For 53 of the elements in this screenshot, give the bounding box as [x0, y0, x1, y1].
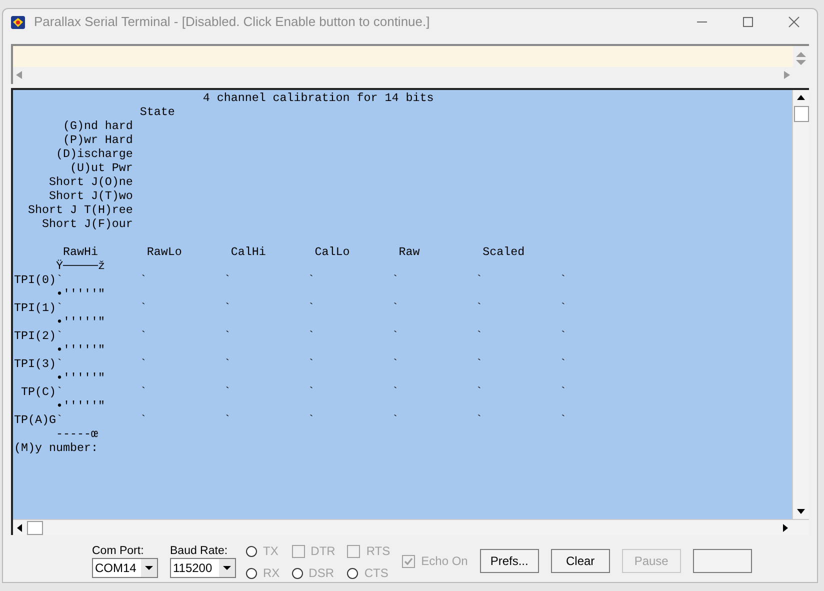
radio-button[interactable] [246, 568, 257, 578]
vertical-scrollbar[interactable] [792, 90, 809, 519]
app-icon [10, 14, 27, 30]
caret-icon [141, 559, 157, 577]
terminal-line: -----œ [54, 426, 99, 441]
terminal-line: TP(C)` ` ` ` ` ` ` [20, 384, 568, 399]
indicator-label: CTS [364, 565, 388, 582]
checkbox[interactable] [292, 544, 305, 558]
terminal-line: (U)ut Pwr [68, 160, 134, 175]
dropdown[interactable]: COM14 [92, 558, 158, 578]
scroll-thumb[interactable] [794, 106, 808, 122]
terminal-line: •′′′′′″ [54, 342, 106, 357]
checkbox-label: RTS [366, 543, 390, 560]
terminal-line: •′′′′′″ [54, 314, 106, 329]
terminal-line: TPI(1)` ` ` ` ` ` ` [14, 300, 568, 315]
radio-button[interactable] [292, 568, 303, 578]
input-field[interactable] [13, 46, 793, 67]
checkbox-label: DTR [310, 543, 336, 560]
terminal-line: (G)nd hard [62, 118, 134, 133]
radio-button[interactable] [246, 546, 257, 556]
dropdown[interactable]: 115200 [170, 558, 236, 578]
toolbar-button[interactable]: Prefs... [480, 549, 539, 573]
terminal-line: •′′′′′″ [54, 370, 106, 385]
terminal-line: (P)wr Hard [62, 132, 134, 147]
terminal-line: Ÿ─────ž [54, 258, 106, 273]
scroll-thumb[interactable] [27, 520, 43, 534]
com-port-label: Com Port: [92, 544, 145, 558]
terminal-line: Short J(T)wo [48, 188, 134, 203]
terminal-line: Short J(F)our [40, 216, 134, 231]
baud-rate-label: Baud Rate: [170, 544, 229, 558]
radio-button[interactable] [347, 568, 358, 578]
terminal-line: (M)y number: [14, 440, 99, 455]
indicator-label: TX [263, 543, 278, 560]
terminal-line: 4 channel calibration for 14 bits [202, 90, 435, 105]
checkbox[interactable] [347, 544, 360, 558]
checkbox-label: Echo On [421, 553, 468, 570]
terminal-line: •′′′′′″ [54, 398, 106, 413]
terminal-line: TP(A)G` ` ` ` ` ` ` [14, 412, 568, 427]
caret-icon [219, 559, 235, 577]
terminal-line: TPI(3)` ` ` ` ` ` ` [14, 356, 568, 371]
terminal-line: Short J T(H)ree [26, 202, 134, 217]
window-title: Parallax Serial Terminal - [Disabled. Click Enable button to continue.] [34, 13, 430, 32]
terminal-line: Short J(O)ne [48, 174, 134, 189]
toolbar-button[interactable]: Clear [550, 549, 610, 573]
terminal-line: TPI(2)` ` ` ` ` ` ` [14, 328, 568, 343]
terminal-line: TPI(0)` ` ` ` ` ` ` [14, 272, 568, 287]
indicator-label: RX [263, 565, 280, 582]
empty-button[interactable] [692, 549, 752, 573]
terminal-line: RawHi RawLo CalHi CalLo Raw Scaled [62, 244, 526, 259]
terminal-line: (D)ischarge [54, 146, 134, 161]
terminal-line: State [138, 104, 176, 119]
terminal-line: •′′′′′″ [54, 286, 106, 301]
indicator-label: DSR [308, 565, 334, 582]
